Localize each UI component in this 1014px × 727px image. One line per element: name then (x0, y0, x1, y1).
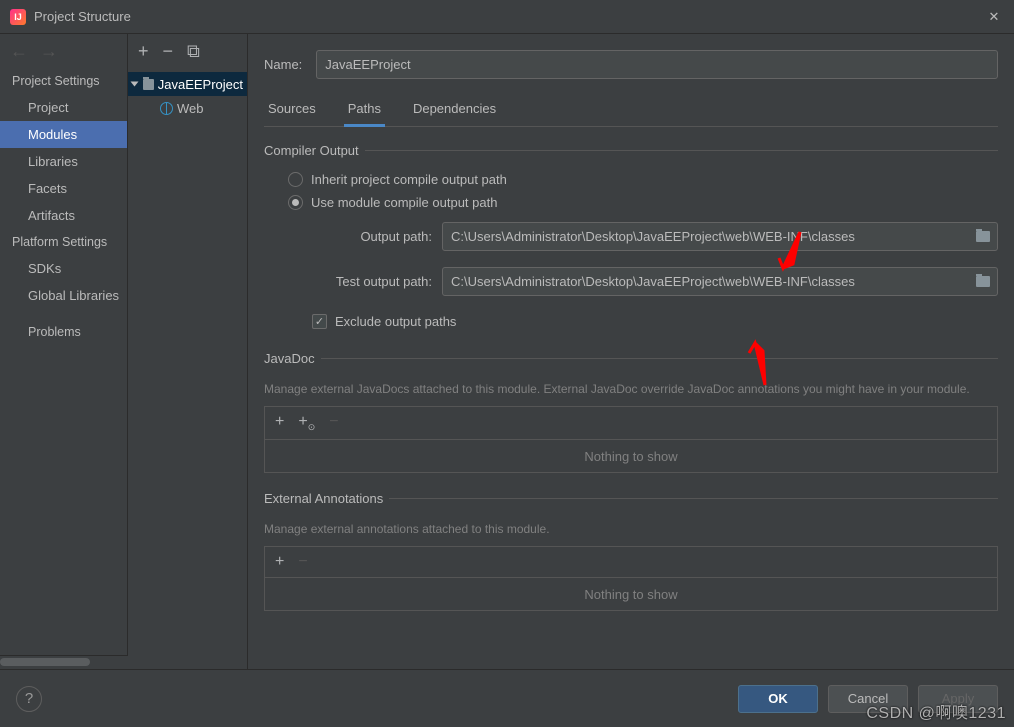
output-path-label: Output path: (312, 229, 432, 244)
tree-node-web[interactable]: Web (128, 96, 247, 120)
back-icon[interactable]: ← (10, 41, 28, 62)
tree-toolbar: + − ⧉ (128, 34, 247, 68)
window-title: Project Structure (34, 9, 984, 24)
radio-icon (288, 172, 303, 187)
radio-label: Use module compile output path (311, 195, 497, 210)
javadoc-description: Manage external JavaDocs attached to thi… (264, 380, 998, 398)
add-icon[interactable]: + (138, 41, 149, 62)
module-editor: Name: Sources Paths Dependencies Compile… (248, 34, 1014, 669)
radio-icon (288, 195, 303, 210)
sidebar-item-modules[interactable]: Modules (0, 121, 127, 148)
module-name-input[interactable] (316, 50, 998, 79)
sidebar-item-facets[interactable]: Facets (0, 175, 127, 202)
sidebar-heading-platform-settings: Platform Settings (0, 229, 127, 255)
tree-node-root[interactable]: JavaEEProject (128, 72, 247, 96)
remove-icon[interactable]: − (329, 413, 338, 433)
sidebar-item-problems[interactable]: Problems (0, 319, 127, 345)
tab-sources[interactable]: Sources (264, 97, 320, 126)
checkbox-icon: ✓ (312, 314, 327, 329)
javadoc-toolbar: + +⊙ − (264, 406, 998, 439)
add-url-icon[interactable]: +⊙ (298, 413, 315, 433)
help-button[interactable]: ? (16, 686, 42, 712)
radio-label: Inherit project compile output path (311, 172, 507, 187)
browse-icon[interactable] (969, 268, 997, 295)
output-path-input[interactable] (443, 223, 969, 250)
module-tabs: Sources Paths Dependencies (264, 97, 998, 127)
app-logo-icon: IJ (10, 9, 26, 25)
exclude-output-checkbox[interactable]: ✓ Exclude output paths (264, 310, 998, 333)
web-facet-icon (160, 102, 173, 115)
add-icon[interactable]: + (275, 413, 284, 433)
watermark: CSDN @啊噢1231 (866, 699, 1006, 723)
ext-annotations-toolbar: + − (264, 546, 998, 577)
external-annotations-description: Manage external annotations attached to … (264, 520, 998, 538)
expand-icon[interactable] (131, 82, 139, 87)
ok-button[interactable]: OK (738, 685, 818, 713)
browse-icon[interactable] (969, 223, 997, 250)
external-annotations-heading: External Annotations (264, 491, 998, 506)
tab-dependencies[interactable]: Dependencies (409, 97, 500, 126)
javadoc-list: Nothing to show (264, 439, 998, 473)
history-nav: ← → (0, 34, 127, 68)
radio-inherit-path[interactable]: Inherit project compile output path (264, 168, 998, 191)
tree-node-label: Web (177, 101, 204, 116)
remove-icon[interactable]: − (163, 41, 174, 62)
sidebar-item-project[interactable]: Project (0, 94, 127, 121)
tab-paths[interactable]: Paths (344, 97, 385, 127)
test-output-path-label: Test output path: (312, 274, 432, 289)
test-output-path-input[interactable] (443, 268, 969, 295)
settings-sidebar: ← → Project Settings Project Modules Lib… (0, 34, 128, 669)
copy-icon[interactable]: ⧉ (187, 41, 200, 62)
sidebar-heading-project-settings: Project Settings (0, 68, 127, 94)
sidebar-item-libraries[interactable]: Libraries (0, 148, 127, 175)
sidebar-item-global-libraries[interactable]: Global Libraries (0, 282, 127, 309)
forward-icon[interactable]: → (40, 41, 58, 62)
ext-annotations-list: Nothing to show (264, 577, 998, 611)
tree-node-label: JavaEEProject (158, 77, 243, 92)
radio-module-path[interactable]: Use module compile output path (264, 191, 998, 214)
checkbox-label: Exclude output paths (335, 314, 456, 329)
main-area: ← → Project Settings Project Modules Lib… (0, 34, 1014, 669)
compiler-output-heading: Compiler Output (264, 143, 998, 158)
close-icon[interactable]: ✕ (984, 9, 1004, 25)
module-tree-panel: + − ⧉ JavaEEProject Web (128, 34, 248, 669)
javadoc-heading: JavaDoc (264, 351, 998, 366)
titlebar: IJ Project Structure ✕ (0, 0, 1014, 34)
name-label: Name: (264, 57, 302, 72)
dialog-button-bar: ? OK Cancel Apply (0, 669, 1014, 727)
sidebar-item-sdks[interactable]: SDKs (0, 255, 127, 282)
module-tree: JavaEEProject Web (128, 68, 247, 124)
module-icon (143, 79, 154, 90)
sidebar-scrollbar[interactable] (0, 655, 128, 669)
add-icon[interactable]: + (275, 553, 284, 571)
sidebar-item-artifacts[interactable]: Artifacts (0, 202, 127, 229)
remove-icon[interactable]: − (298, 553, 307, 571)
